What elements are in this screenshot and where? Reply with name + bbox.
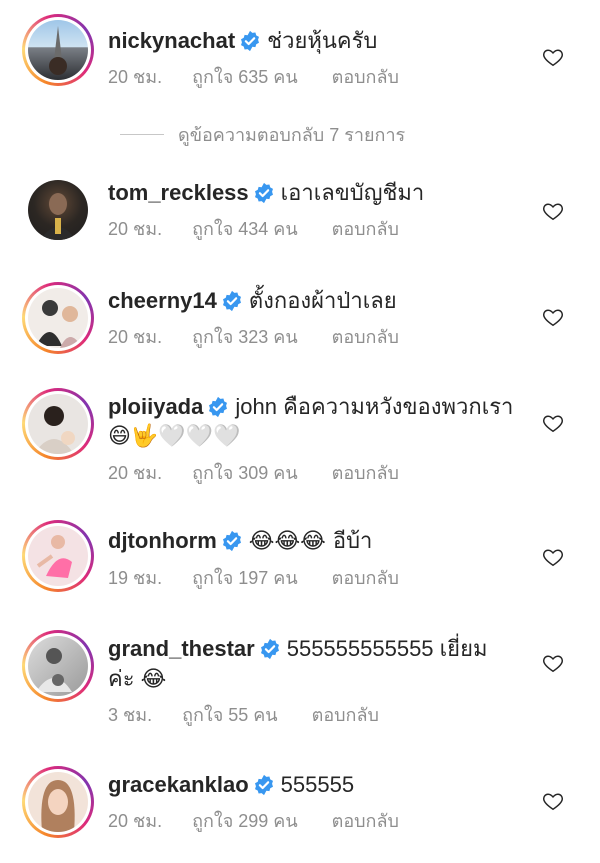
- avatar: [28, 20, 88, 80]
- divider-line: [120, 134, 164, 135]
- comment-time: 3 ชม.: [108, 705, 153, 725]
- comment-time: 20 ชม.: [108, 327, 163, 347]
- comment-username[interactable]: tom_reckless: [108, 180, 249, 205]
- avatar-story-ring[interactable]: [22, 282, 94, 354]
- reply-button[interactable]: ตอบกลับ: [332, 811, 399, 831]
- comment-username[interactable]: gracekanklao: [108, 772, 249, 797]
- comment-text: 555555555555 เยี่ยม: [286, 636, 488, 661]
- comment-likes[interactable]: ถูกใจ 309 คน: [192, 463, 298, 483]
- reply-button[interactable]: ตอบกลับ: [332, 568, 399, 588]
- avatar-story-ring[interactable]: [22, 388, 94, 460]
- comment-username[interactable]: ploiiyada: [108, 394, 203, 419]
- comment-time: 20 ชม.: [108, 463, 163, 483]
- verified-badge-icon: [254, 774, 273, 796]
- comment-username[interactable]: nickynachat: [108, 28, 235, 53]
- heart-outline-icon[interactable]: [542, 46, 564, 68]
- avatar-story-ring[interactable]: [22, 630, 94, 702]
- heart-outline-icon[interactable]: [542, 546, 564, 568]
- verified-badge-icon: [222, 530, 241, 552]
- comment-text-continued: ค่ะ 😂: [108, 666, 167, 691]
- comment-text-continued: 😄🤟🤍🤍🤍: [108, 424, 241, 449]
- reply-button[interactable]: ตอบกลับ: [332, 463, 399, 483]
- comment-text: john คือความหวังของพวกเรา: [235, 394, 514, 419]
- comment-text: 😂😂😂 อีบ้า: [248, 529, 373, 554]
- heart-outline-icon[interactable]: [542, 200, 564, 222]
- comment-username[interactable]: djtonhorm: [108, 528, 217, 553]
- comment-username[interactable]: grand_thestar: [108, 636, 255, 661]
- comment-time: 19 ชม.: [108, 568, 163, 588]
- verified-badge-icon: [241, 30, 260, 52]
- verified-badge-icon: [260, 638, 279, 660]
- comment-likes[interactable]: ถูกใจ 197 คน: [192, 568, 298, 588]
- comment-likes[interactable]: ถูกใจ 635 คน: [192, 67, 298, 87]
- comment-likes[interactable]: ถูกใจ 434 คน: [192, 219, 298, 239]
- comment-item: ploiiyada john คือความหวังของพวกเรา 😄🤟🤍🤍🤍…: [0, 386, 600, 496]
- comment-text: ช่วยหุ้นครับ: [267, 28, 378, 53]
- heart-outline-icon[interactable]: [542, 790, 564, 812]
- reply-button[interactable]: ตอบกลับ: [332, 219, 399, 239]
- comment-likes[interactable]: ถูกใจ 323 คน: [192, 327, 298, 347]
- reply-button[interactable]: ตอบกลับ: [332, 67, 399, 87]
- comment-likes[interactable]: ถูกใจ 299 คน: [192, 811, 298, 831]
- view-replies-button[interactable]: ดูข้อความตอบกลับ 7 รายการ: [120, 120, 405, 149]
- comment-item: grand_thestar 555555555555 เยี่ยม ค่ะ 😂 3…: [0, 628, 600, 738]
- avatar[interactable]: [28, 180, 88, 240]
- verified-badge-icon: [254, 182, 273, 204]
- comment-item: djtonhorm 😂😂😂 อีบ้า 19 ชม. ถูกใจ 197 คน ตอบ…: [0, 518, 600, 598]
- comment-time: 20 ชม.: [108, 219, 163, 239]
- avatar-story-ring[interactable]: [22, 766, 94, 838]
- comment-item: gracekanklao 555555 20 ชม. ถูกใจ 299 คน ตอบ…: [0, 764, 600, 844]
- comment-username[interactable]: cheerny14: [108, 288, 217, 313]
- view-replies-label: ดูข้อความตอบกลับ 7 รายการ: [178, 125, 406, 145]
- comment-item: nickynachat ช่วยหุ้นครับ 20 ชม. ถูกใจ 635 …: [0, 14, 600, 114]
- avatar-story-ring[interactable]: [22, 520, 94, 592]
- heart-outline-icon[interactable]: [542, 306, 564, 328]
- verified-badge-icon: [209, 396, 228, 418]
- comment-time: 20 ชม.: [108, 67, 163, 87]
- comment-text: 555555: [280, 772, 355, 797]
- avatar-story-ring[interactable]: [22, 14, 94, 86]
- comment-item: cheerny14 ตั้งกองผ้าป่าเลย 20 ชม. ถูกใจ 32…: [0, 280, 600, 360]
- heart-outline-icon[interactable]: [542, 412, 564, 434]
- heart-outline-icon[interactable]: [542, 652, 564, 674]
- comment-list: nickynachat ช่วยหุ้นครับ 20 ชม. ถูกใจ 635 …: [0, 0, 600, 863]
- comment-item: tom_reckless เอาเลขบัญชีมา 20 ชม. ถูกใจ 43…: [0, 178, 600, 258]
- comment-likes[interactable]: ถูกใจ 55 คน: [182, 705, 278, 725]
- reply-button[interactable]: ตอบกลับ: [312, 705, 379, 725]
- comment-text: เอาเลขบัญชีมา: [280, 180, 425, 205]
- reply-button[interactable]: ตอบกลับ: [332, 327, 399, 347]
- comment-time: 20 ชม.: [108, 811, 163, 831]
- verified-badge-icon: [222, 290, 241, 312]
- comment-text: ตั้งกองผ้าป่าเลย: [248, 288, 397, 313]
